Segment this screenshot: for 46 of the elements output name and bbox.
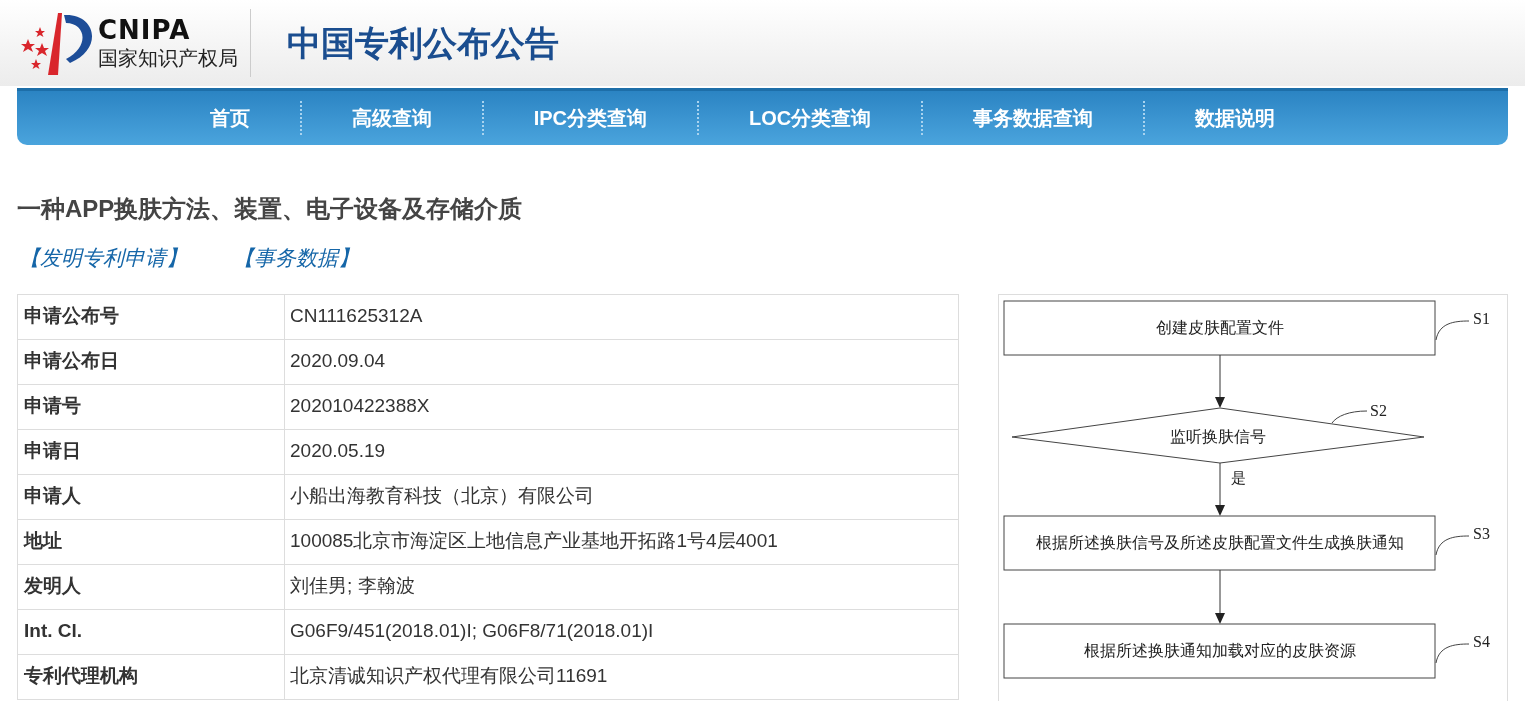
nav-link[interactable]: 事务数据查询 [923, 103, 1144, 133]
step-label: S2 [1370, 401, 1387, 419]
field-label: Int. Cl. [17, 609, 285, 654]
patent-link[interactable]: 【发明专利申请】 [19, 242, 187, 274]
nav-link[interactable]: 首页 [159, 103, 300, 133]
leader-line [1331, 410, 1368, 423]
leader-line [1435, 320, 1470, 340]
field-value: 202010422388X [284, 384, 959, 429]
nav-link[interactable]: 数据说明 [1145, 103, 1326, 133]
nav-link[interactable]: IPC分类查询 [483, 103, 698, 133]
step-label: S1 [1473, 309, 1490, 327]
field-label: 地址 [17, 519, 285, 564]
field-value: 2020.05.19 [284, 429, 959, 474]
leader-line [1435, 643, 1470, 663]
field-value: 小船出海教育科技（北京）有限公司 [284, 474, 959, 519]
field-label: 申请人 [17, 474, 285, 519]
field-label: 申请日 [17, 429, 285, 474]
patent-link[interactable]: 【事务数据】 [233, 242, 359, 274]
leader-line [1435, 535, 1470, 555]
field-label: 发明人 [17, 564, 285, 609]
logo-abbreviation: CNIPA [98, 15, 192, 45]
flow-arrow [1215, 354, 1225, 408]
branch-label: 是 [1231, 468, 1246, 487]
flow-arrow [1215, 569, 1225, 624]
site-title: 中国专利公布公告 [287, 22, 559, 64]
nav-link[interactable]: LOC分类查询 [699, 103, 922, 133]
step-label: S3 [1473, 524, 1490, 542]
field-value: CN111625312A [284, 294, 959, 339]
step-text: 创建皮肤配置文件 [1156, 317, 1284, 337]
step-label: S4 [1473, 632, 1490, 650]
field-label: 申请号 [17, 384, 285, 429]
field-value: 100085北京市海淀区上地信息产业基地开拓路1号4层4001 [284, 519, 959, 564]
field-label: 专利代理机构 [17, 654, 285, 699]
field-label: 申请公布号 [17, 294, 285, 339]
field-value: G06F9/451(2018.01)I; G06F8/71(2018.01)I [284, 609, 959, 654]
field-value: 北京清诚知识产权代理有限公司11691 [284, 654, 959, 699]
nav-link[interactable]: 高级查询 [301, 103, 482, 133]
step-text: 根据所述换肤信号及所述皮肤配置文件生成换肤通知 [1036, 532, 1404, 552]
patent-title: 一种APP换肤方法、装置、电子设备及存储介质 [17, 194, 524, 224]
step-text: 根据所述换肤通知加载对应的皮肤资源 [1084, 640, 1356, 660]
field-value: 2020.09.04 [284, 339, 959, 384]
field-label: 申请公布日 [17, 339, 285, 384]
flow-arrow [1215, 462, 1225, 516]
logo-name: 国家知识产权局 [98, 45, 238, 71]
field-value: 刘佳男; 李翰波 [284, 564, 959, 609]
step-text: 监听换肤信号 [1170, 426, 1266, 446]
